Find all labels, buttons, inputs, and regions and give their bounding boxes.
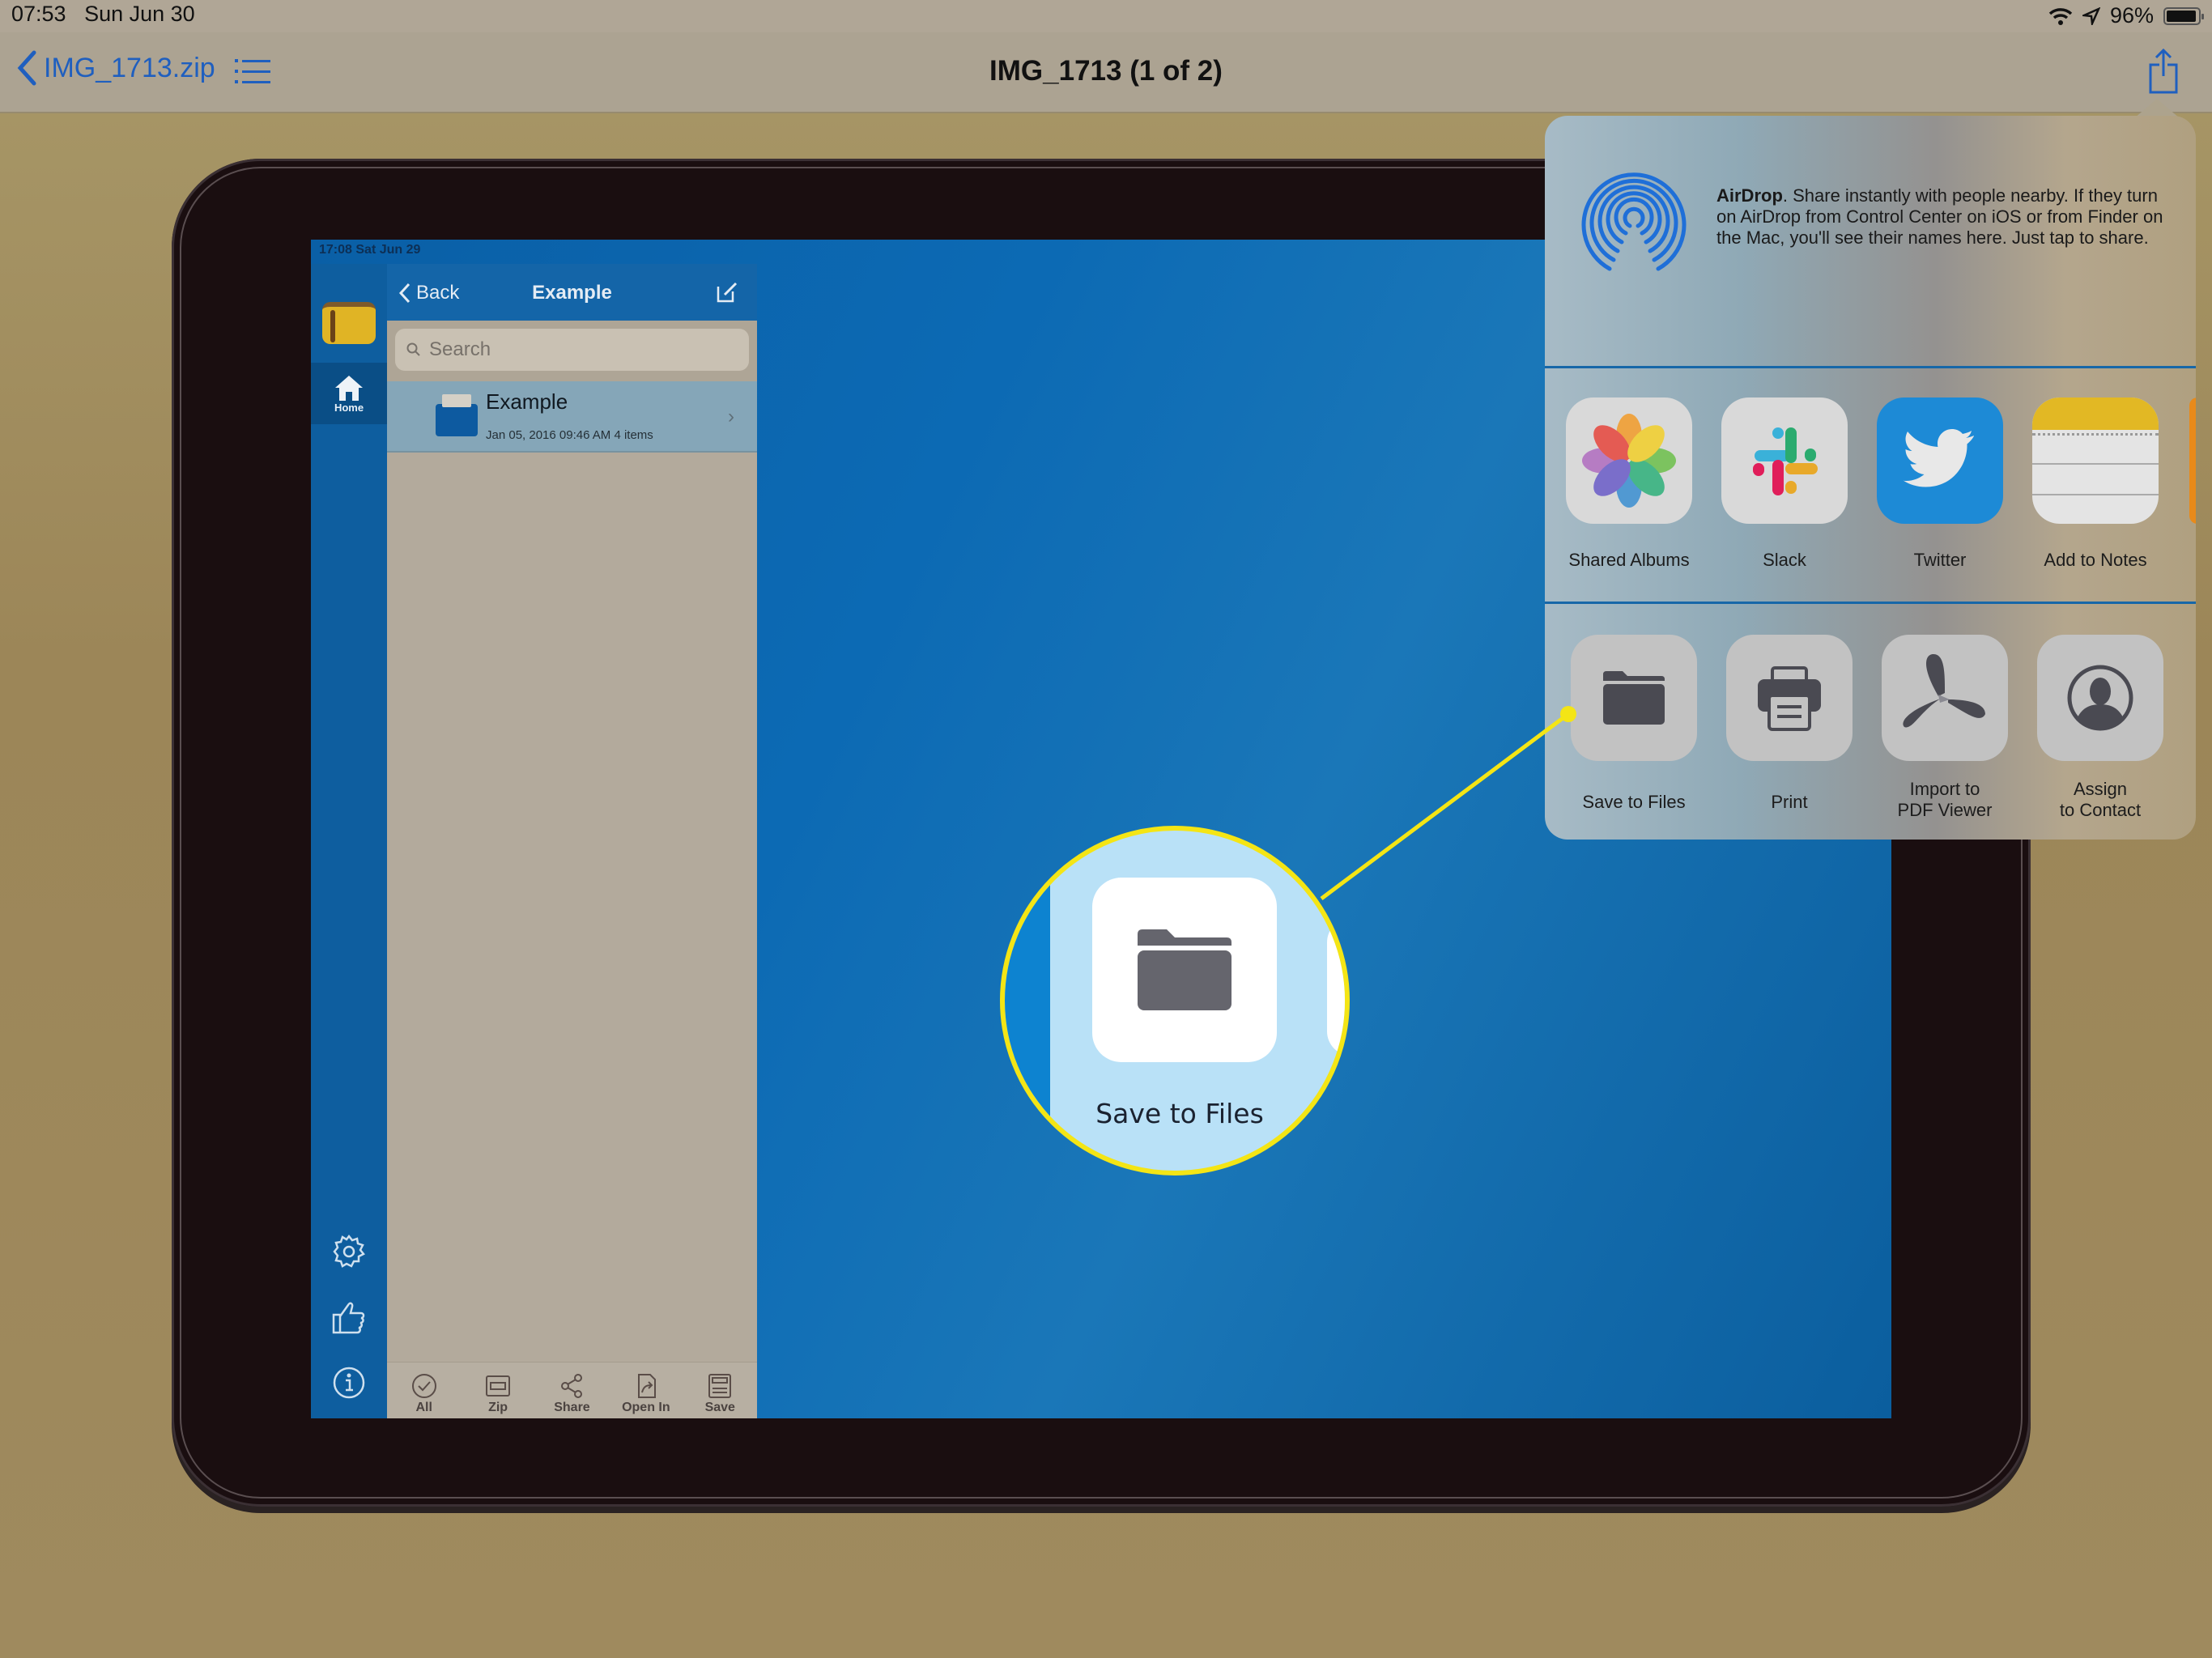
share-icon[interactable] [2149, 49, 2178, 94]
save-icon [708, 1374, 732, 1398]
open-in-icon [637, 1374, 656, 1398]
search-bar-container: Search [387, 321, 757, 381]
divider [1545, 602, 2196, 604]
airdrop-body: . Share instantly with people nearby. If… [1716, 185, 2163, 248]
home-label: Home [334, 401, 364, 414]
share-apps-row: Shared Albums Slack Twitter Add to Notes [1545, 368, 2196, 603]
share-app-label: Shared Albums [1568, 550, 1690, 570]
toolbar-save-label: Save [704, 1401, 735, 1414]
share-app-partial[interactable] [2189, 397, 2196, 524]
list-item-name: Example [486, 389, 568, 414]
magnified-save-to-files-tile [1092, 878, 1277, 1062]
status-date: Sun Jun 30 [84, 2, 195, 26]
action-assign-to-contact[interactable]: Assign to Contact [2037, 635, 2163, 821]
zip-icon [486, 1375, 511, 1397]
thumbs-up-icon[interactable] [329, 1297, 369, 1337]
share-actions-row: Save to Files Print Import to PDF Viewer… [1545, 606, 2196, 840]
settings-icon[interactable] [329, 1231, 369, 1272]
pdf-viewer-icon [1882, 635, 2008, 761]
toolbar-share-label: Share [554, 1401, 590, 1414]
search-icon [406, 342, 420, 356]
notes-icon [2032, 397, 2159, 524]
toolbar-zip-label: Zip [488, 1401, 508, 1414]
share-app-label: Add to Notes [2044, 550, 2147, 570]
status-time-date: 07:53 Sun Jun 30 [11, 2, 195, 27]
action-label: Assign to Contact [2059, 779, 2142, 820]
battery-percent: 96% [2109, 3, 2154, 28]
twitter-icon [1877, 397, 2003, 524]
status-bar: 07:53 Sun Jun 30 96% [0, 0, 2212, 32]
action-print[interactable]: Print [1726, 635, 1853, 813]
folder-icon [1138, 929, 1231, 1010]
magnifier-callout: Save to Files [1000, 826, 1350, 1175]
app-sidebar: Home [311, 264, 387, 1418]
list-header: Back Example [387, 264, 757, 321]
wifi-icon [2048, 7, 2073, 25]
slack-icon [1721, 397, 1848, 524]
airdrop-section[interactable]: AirDrop. Share instantly with people nea… [1545, 116, 2196, 367]
airdrop-description: AirDrop. Share instantly with people nea… [1716, 185, 2170, 249]
inner-status-bar: 17:08 Sat Jun 29 [319, 243, 421, 257]
photos-icon [1566, 397, 1692, 524]
app-logo [322, 302, 376, 344]
page-title: IMG_1713 (1 of 2) [989, 55, 1223, 87]
location-icon [2082, 6, 2100, 25]
search-placeholder: Search [429, 338, 491, 360]
share-app-twitter[interactable]: Twitter [1877, 397, 2003, 571]
list-item[interactable]: Example Jan 05, 2016 09:46 AM 4 items › [387, 381, 757, 453]
toolbar-all-label: All [415, 1401, 432, 1414]
toolbar-open-in-label: Open In [622, 1401, 670, 1414]
magnified-label: Save to Files [1095, 1098, 1264, 1129]
share-app-shared-albums[interactable]: Shared Albums [1566, 397, 1692, 571]
airdrop-icon [1581, 172, 1687, 271]
battery-icon [2163, 6, 2204, 25]
edit-icon[interactable] [715, 280, 739, 304]
status-time: 07:53 [11, 2, 66, 26]
chevron-right-icon: › [728, 406, 734, 427]
share-app-label: Slack [1763, 550, 1806, 570]
bottom-toolbar: All Zip Share Open In Save [387, 1362, 757, 1418]
home-icon [335, 375, 363, 401]
action-label: Save to Files [1582, 792, 1686, 812]
status-indicators: 96% [2048, 3, 2204, 28]
sidebar-item-home[interactable]: Home [311, 363, 387, 424]
share-sheet: AirDrop. Share instantly with people nea… [1545, 116, 2196, 840]
share-app-notes[interactable]: Add to Notes [2032, 397, 2159, 571]
share-app-label: Twitter [1913, 550, 1967, 570]
action-save-to-files[interactable]: Save to Files [1571, 635, 1697, 813]
action-label: Import to PDF Viewer [1897, 779, 1993, 820]
search-input[interactable]: Search [395, 329, 749, 371]
toolbar-open-in-button[interactable]: Open In [614, 1373, 678, 1415]
action-import-to-pdf-viewer[interactable]: Import to PDF Viewer [1882, 635, 2008, 821]
toolbar-save-button[interactable]: Save [687, 1373, 752, 1415]
share-app-slack[interactable]: Slack [1721, 397, 1848, 571]
list-item-meta: Jan 05, 2016 09:46 AM 4 items [486, 428, 653, 442]
share-nodes-icon [561, 1374, 583, 1398]
folder-icon [1571, 635, 1697, 761]
check-circle-icon [411, 1374, 436, 1398]
folder-icon [436, 394, 478, 436]
info-icon[interactable] [329, 1363, 369, 1403]
toolbar-share-button[interactable]: Share [539, 1373, 604, 1415]
toolbar-zip-button[interactable]: Zip [466, 1373, 530, 1415]
contact-icon [2037, 635, 2163, 761]
toolbar-all-button[interactable]: All [392, 1373, 457, 1415]
action-label: Print [1771, 792, 1808, 812]
list-title: Example [532, 282, 612, 304]
file-list-panel: Back Example Search Example Jan 05, 2016… [387, 264, 757, 1418]
printer-icon [1726, 635, 1853, 761]
airdrop-title: AirDrop [1716, 185, 1783, 206]
